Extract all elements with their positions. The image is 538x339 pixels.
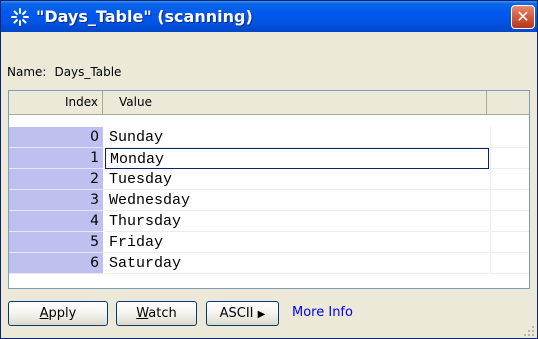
table-row[interactable]: 3 Wednesday — [9, 190, 529, 211]
table-header: Index Value — [9, 91, 529, 115]
row-index: 0 — [9, 127, 103, 148]
table-row[interactable]: 4 Thursday — [9, 211, 529, 232]
watch-button[interactable]: Watch — [116, 301, 197, 326]
resize-grip-icon[interactable] — [521, 323, 535, 337]
window-title: "Days_Table" (scanning) — [36, 7, 253, 26]
triangle-right-icon: ▶ — [257, 309, 266, 320]
row-value[interactable]: Thursday — [105, 211, 489, 232]
watch-mnemonic: W — [136, 306, 149, 321]
apply-button[interactable]: Apply — [8, 301, 108, 326]
dialog-window: "Days_Table" (scanning) ✕ Name: Days_Tabl… — [0, 0, 538, 339]
row-value[interactable]: Sunday — [105, 127, 489, 148]
row-index: 1 — [9, 148, 103, 169]
name-row: Name: Days_Table — [7, 65, 121, 79]
table-row[interactable]: 1 Monday — [9, 148, 529, 169]
row-value-selected[interactable]: Monday — [105, 148, 489, 169]
table-row[interactable]: 6 Saturday — [9, 253, 529, 274]
watch-label: atch — [148, 306, 177, 321]
column-header-index[interactable]: Index — [9, 91, 103, 114]
row-index: 5 — [9, 232, 103, 253]
table-row[interactable]: 0 Sunday — [9, 127, 529, 148]
row-filler — [490, 148, 529, 169]
sparkle-icon — [11, 8, 29, 26]
name-label: Name: — [7, 65, 47, 79]
row-filler — [490, 169, 529, 190]
name-value: Days_Table — [54, 65, 122, 79]
close-button[interactable]: ✕ — [511, 5, 535, 29]
close-icon: ✕ — [516, 7, 530, 26]
row-index: 6 — [9, 253, 103, 274]
table-row[interactable]: 2 Tuesday — [9, 169, 529, 190]
ascii-label: ASCII — [219, 306, 254, 321]
column-header-value[interactable]: Value — [109, 91, 487, 114]
row-value[interactable]: Wednesday — [105, 190, 489, 211]
row-value[interactable]: Tuesday — [105, 169, 489, 190]
table-body: 0 Sunday 1 Monday 2 Tuesday 3 Wednesday … — [9, 127, 529, 274]
row-value[interactable]: Friday — [105, 232, 489, 253]
row-index: 3 — [9, 190, 103, 211]
apply-mnemonic: A — [39, 306, 49, 321]
ascii-menu-button[interactable]: ASCII ▶ — [206, 301, 279, 326]
values-table[interactable]: Index Value 0 Sunday 1 Monday 2 Tuesday … — [8, 90, 530, 289]
row-filler — [490, 127, 529, 148]
row-index: 4 — [9, 211, 103, 232]
row-filler — [490, 190, 529, 211]
title-bar[interactable]: "Days_Table" (scanning) ✕ — [1, 1, 537, 32]
row-filler — [490, 211, 529, 232]
row-value[interactable]: Saturday — [105, 253, 489, 274]
row-filler — [490, 253, 529, 274]
row-filler — [490, 232, 529, 253]
table-row[interactable]: 5 Friday — [9, 232, 529, 253]
row-index: 2 — [9, 169, 103, 190]
more-info-link[interactable]: More Info — [292, 305, 353, 320]
apply-label: pply — [48, 306, 77, 321]
